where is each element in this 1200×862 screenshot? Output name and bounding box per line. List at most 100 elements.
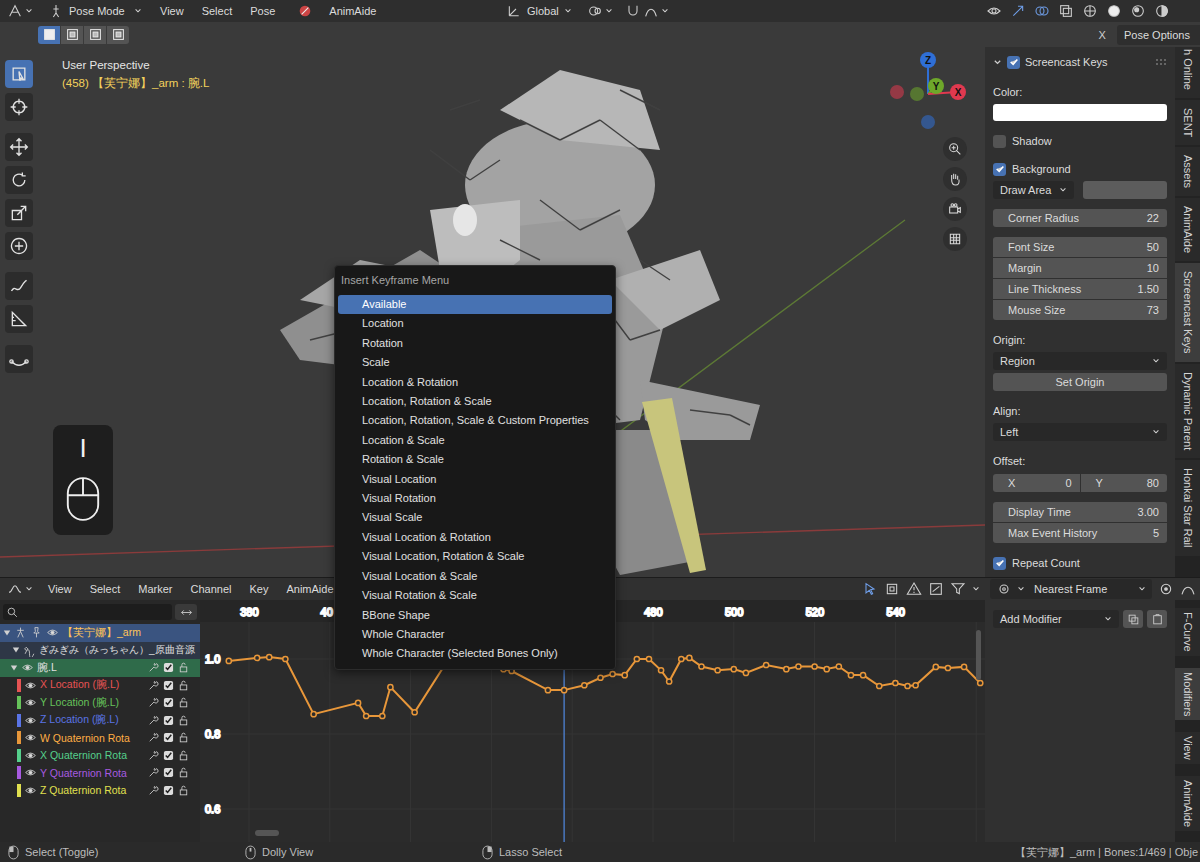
channel-row[interactable]: 【芙宁娜】_arm — [0, 624, 200, 642]
menu-item[interactable]: Available — [338, 295, 612, 314]
keyframe-point[interactable] — [380, 713, 385, 718]
tool-button[interactable] — [5, 133, 33, 161]
wrench-icon[interactable] — [147, 714, 160, 727]
visibility-icon[interactable] — [986, 3, 1002, 19]
color-swatch[interactable] — [993, 104, 1167, 121]
menu-item[interactable]: Visual Location — [338, 470, 612, 489]
tool-button[interactable] — [5, 93, 33, 121]
menu-item[interactable]: Visual Location & Scale — [338, 567, 612, 586]
keyframe-point[interactable] — [715, 668, 720, 673]
keyframe-point[interactable] — [743, 670, 748, 675]
zoom-button[interactable] — [943, 137, 967, 161]
keyframe-point[interactable] — [945, 665, 950, 670]
header-menu[interactable]: View — [154, 3, 190, 19]
overlay-toggle-icon[interactable] — [1034, 3, 1050, 19]
wrench-icon[interactable] — [147, 679, 160, 692]
checkbox[interactable]: Repeat Count — [993, 555, 1080, 571]
tool-button[interactable] — [5, 232, 33, 260]
lock-icon[interactable] — [177, 661, 190, 674]
expand-icon[interactable] — [10, 664, 18, 672]
xray-icon[interactable] — [1058, 3, 1074, 19]
channel-row[interactable]: W Quaternion Rota — [0, 729, 200, 747]
paste-modifiers-button[interactable] — [1147, 610, 1167, 628]
tool-button[interactable] — [5, 305, 33, 333]
dropdown[interactable]: Region — [993, 352, 1167, 370]
select-mode-button[interactable] — [107, 26, 129, 44]
negative-axis-icon[interactable] — [921, 115, 935, 129]
menu-item[interactable]: BBone Shape — [338, 606, 612, 625]
expand-icon[interactable] — [3, 629, 11, 637]
header-menu[interactable]: Pose — [244, 3, 281, 19]
orientation-dropdown[interactable]: Global — [500, 1, 578, 21]
tool-button[interactable] — [5, 166, 33, 194]
sidebar-tab[interactable]: Honkai Star Rail — [1175, 460, 1200, 555]
wrench-icon[interactable] — [147, 784, 160, 797]
mute-checkbox-icon[interactable] — [163, 732, 174, 743]
horizontal-scrollbar[interactable] — [255, 830, 279, 836]
keyframe-point[interactable] — [582, 683, 587, 688]
pan-button[interactable] — [943, 167, 967, 191]
mute-checkbox-icon[interactable] — [163, 750, 174, 761]
keyframe-point[interactable] — [283, 656, 288, 661]
menu-item[interactable]: Whole Character (Selected Bones Only) — [338, 644, 612, 663]
wrench-icon[interactable] — [147, 766, 160, 779]
menu-item[interactable]: Location, Rotation & Scale — [338, 392, 612, 411]
menu-item[interactable]: Visual Rotation — [338, 489, 612, 508]
keyframe-point[interactable] — [812, 664, 817, 669]
menu-item[interactable]: Visual Location, Rotation & Scale — [338, 547, 612, 566]
graph-menu[interactable]: AnimAide — [280, 581, 339, 597]
keyframe-point[interactable] — [646, 656, 651, 661]
sidebar-tab[interactable]: Assets — [1175, 147, 1200, 196]
keyframe-point[interactable] — [893, 680, 898, 685]
drag-handle-icon[interactable] — [1155, 58, 1167, 66]
show-hidden-icon[interactable] — [884, 581, 900, 597]
keyframe-point[interactable] — [905, 683, 910, 688]
channel-row[interactable]: Z Location (腕.L) — [0, 712, 200, 730]
add-modifier-dropdown[interactable]: Add Modifier — [993, 610, 1119, 628]
navigation-gizmo[interactable]: ZYX — [888, 46, 968, 138]
keyframe-point[interactable] — [978, 680, 983, 685]
x-mirror-button[interactable]: X — [1094, 27, 1111, 43]
keyframe-point[interactable] — [848, 673, 853, 678]
axis-handle[interactable]: Z — [920, 52, 936, 68]
keyframe-point[interactable] — [860, 673, 865, 678]
menu-item[interactable]: Visual Scale — [338, 508, 612, 527]
number-field[interactable]: Display Time3.00 — [993, 502, 1167, 522]
keyframe-point[interactable] — [824, 667, 829, 672]
number-field[interactable]: Margin10 — [993, 258, 1167, 278]
keyframe-point[interactable] — [913, 683, 918, 688]
number-field[interactable]: Max Event History5 — [993, 523, 1167, 543]
tool-button[interactable] — [5, 199, 33, 227]
header-menu[interactable]: AnimAide — [291, 1, 382, 21]
eye-icon[interactable] — [24, 696, 37, 709]
eye-icon[interactable] — [24, 784, 37, 797]
keyframe-point[interactable] — [254, 655, 259, 660]
color-swatch[interactable] — [1083, 181, 1167, 199]
mute-checkbox-icon[interactable] — [163, 785, 174, 796]
keyframe-point[interactable] — [933, 664, 938, 669]
wireframe-shading-icon[interactable] — [1082, 3, 1098, 19]
keyframe-point[interactable] — [679, 656, 684, 661]
keyframe-point[interactable] — [877, 683, 882, 688]
keyframe-point[interactable] — [562, 688, 567, 693]
eye-icon[interactable] — [46, 626, 59, 639]
falloff-icon[interactable] — [1180, 581, 1196, 597]
graph-menu[interactable]: Marker — [132, 581, 178, 597]
lock-icon[interactable] — [177, 731, 190, 744]
keyframe-point[interactable] — [836, 664, 841, 669]
mute-checkbox-icon[interactable] — [163, 767, 174, 778]
negative-axis-icon[interactable] — [890, 85, 904, 99]
axis-handle[interactable]: Y — [928, 78, 944, 94]
graph-menu[interactable]: Channel — [184, 581, 237, 597]
set-origin-button[interactable]: Set Origin — [993, 373, 1167, 391]
lock-icon[interactable] — [177, 696, 190, 709]
mute-checkbox-icon[interactable] — [163, 680, 174, 691]
menu-item[interactable]: Whole Character — [338, 625, 612, 644]
mute-checkbox-icon[interactable] — [163, 715, 174, 726]
lock-icon[interactable] — [177, 749, 190, 762]
channel-search-field[interactable] — [3, 604, 172, 620]
keyframe-point[interactable] — [311, 712, 316, 717]
select-mode-button[interactable] — [61, 26, 83, 44]
pose-options-dropdown[interactable]: Pose Options — [1117, 25, 1200, 45]
channel-row[interactable]: X Location (腕.L) — [0, 677, 200, 695]
